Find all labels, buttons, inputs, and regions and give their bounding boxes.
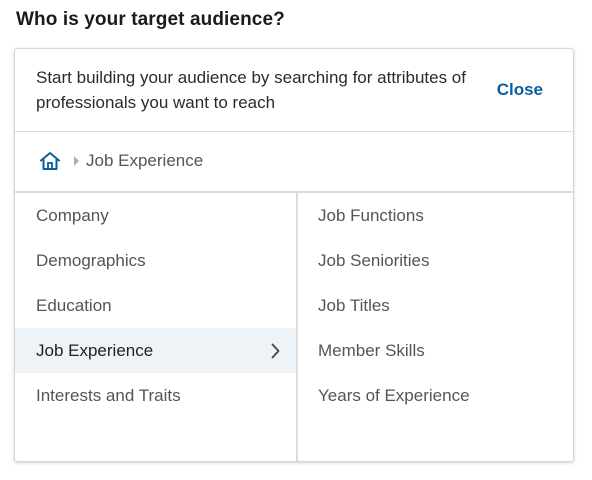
intro-text: Start building your audience by searchin…: [36, 68, 466, 112]
subcategory-item-years-of-experience[interactable]: Years of Experience: [298, 373, 573, 418]
category-label: Company: [36, 206, 109, 225]
subcategory-item-member-skills[interactable]: Member Skills: [298, 328, 573, 373]
subcategory-label: Member Skills: [318, 341, 425, 360]
category-label: Job Experience: [36, 341, 154, 360]
subcategory-item-job-seniorities[interactable]: Job Seniorities: [298, 238, 573, 283]
subcategory-item-job-titles[interactable]: Job Titles: [298, 283, 573, 328]
subcategory-item-job-functions[interactable]: Job Functions: [298, 193, 573, 238]
breadcrumb: Job Experience: [15, 132, 573, 193]
page-title: Who is your target audience?: [16, 9, 285, 30]
category-label: Interests and Traits: [36, 386, 181, 405]
subcategory-label: Job Functions: [318, 206, 424, 225]
category-item-job-experience[interactable]: Job Experience: [15, 328, 296, 373]
subcategory-list: Job Functions Job Seniorities Job Titles…: [298, 193, 573, 463]
subcategory-label: Job Titles: [318, 296, 390, 315]
chevron-right-icon: [271, 343, 280, 359]
category-item-demographics[interactable]: Demographics: [15, 238, 296, 283]
breadcrumb-current: Job Experience: [86, 151, 204, 170]
audience-panel: Start building your audience by searchin…: [14, 48, 574, 462]
intro-section: Start building your audience by searchin…: [15, 49, 573, 132]
category-item-interests-and-traits[interactable]: Interests and Traits: [15, 373, 296, 418]
category-item-education[interactable]: Education: [15, 283, 296, 328]
breadcrumb-separator-icon: [74, 156, 79, 166]
home-icon[interactable]: [39, 151, 61, 171]
category-item-company[interactable]: Company: [15, 193, 296, 238]
category-label: Demographics: [36, 251, 146, 270]
close-button[interactable]: Close: [497, 80, 543, 100]
subcategory-label: Job Seniorities: [318, 251, 430, 270]
category-label: Education: [36, 296, 112, 315]
subcategory-label: Years of Experience: [318, 386, 470, 405]
category-list: Company Demographics Education Job Exper…: [15, 193, 296, 463]
